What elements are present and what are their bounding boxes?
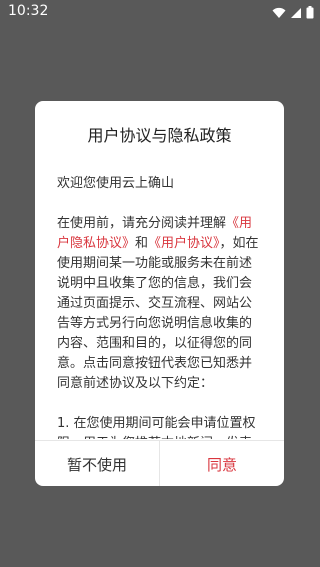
signal-icon: [290, 4, 302, 23]
dialog-footer: 暂不使用 同意: [35, 440, 284, 486]
status-time: 10:32: [8, 3, 49, 19]
privacy-dialog: 用户协议与隐私政策 欢迎您使用云上确山 在使用前，请充分阅读并理解《用户隐私协议…: [35, 101, 284, 486]
dialog-body[interactable]: 欢迎您使用云上确山 在使用前，请充分阅读并理解《用户隐私协议》和《用户协议》，如…: [57, 174, 263, 439]
wifi-icon: [272, 4, 286, 23]
terms-text-2: 和: [135, 236, 149, 251]
terms-text-3: ，如在使用期间某一功能或服务未在前述说明中且收集了您的信息，我们会通过页面提示、…: [57, 236, 259, 391]
decline-button[interactable]: 暂不使用: [35, 441, 160, 486]
location-permission-item: 1. 在您使用期间可能会申请位置权限，用于为您推荐本地新闻、发表信息时展示位置信…: [57, 416, 256, 439]
agree-button[interactable]: 同意: [160, 441, 284, 486]
status-icons: [272, 4, 314, 23]
terms-paragraph: 在使用前，请充分阅读并理解《用户隐私协议》和《用户协议》，如在使用期间某一功能或…: [57, 214, 263, 394]
dialog-title: 用户协议与隐私政策: [87, 126, 232, 145]
user-agreement-link[interactable]: 《用户协议》: [148, 236, 220, 251]
battery-icon: [306, 4, 314, 23]
greeting-text: 欢迎您使用云上确山: [57, 176, 175, 191]
status-bar: 10:32: [0, 0, 320, 22]
terms-text-1: 在使用前，请充分阅读并理解: [57, 216, 227, 231]
